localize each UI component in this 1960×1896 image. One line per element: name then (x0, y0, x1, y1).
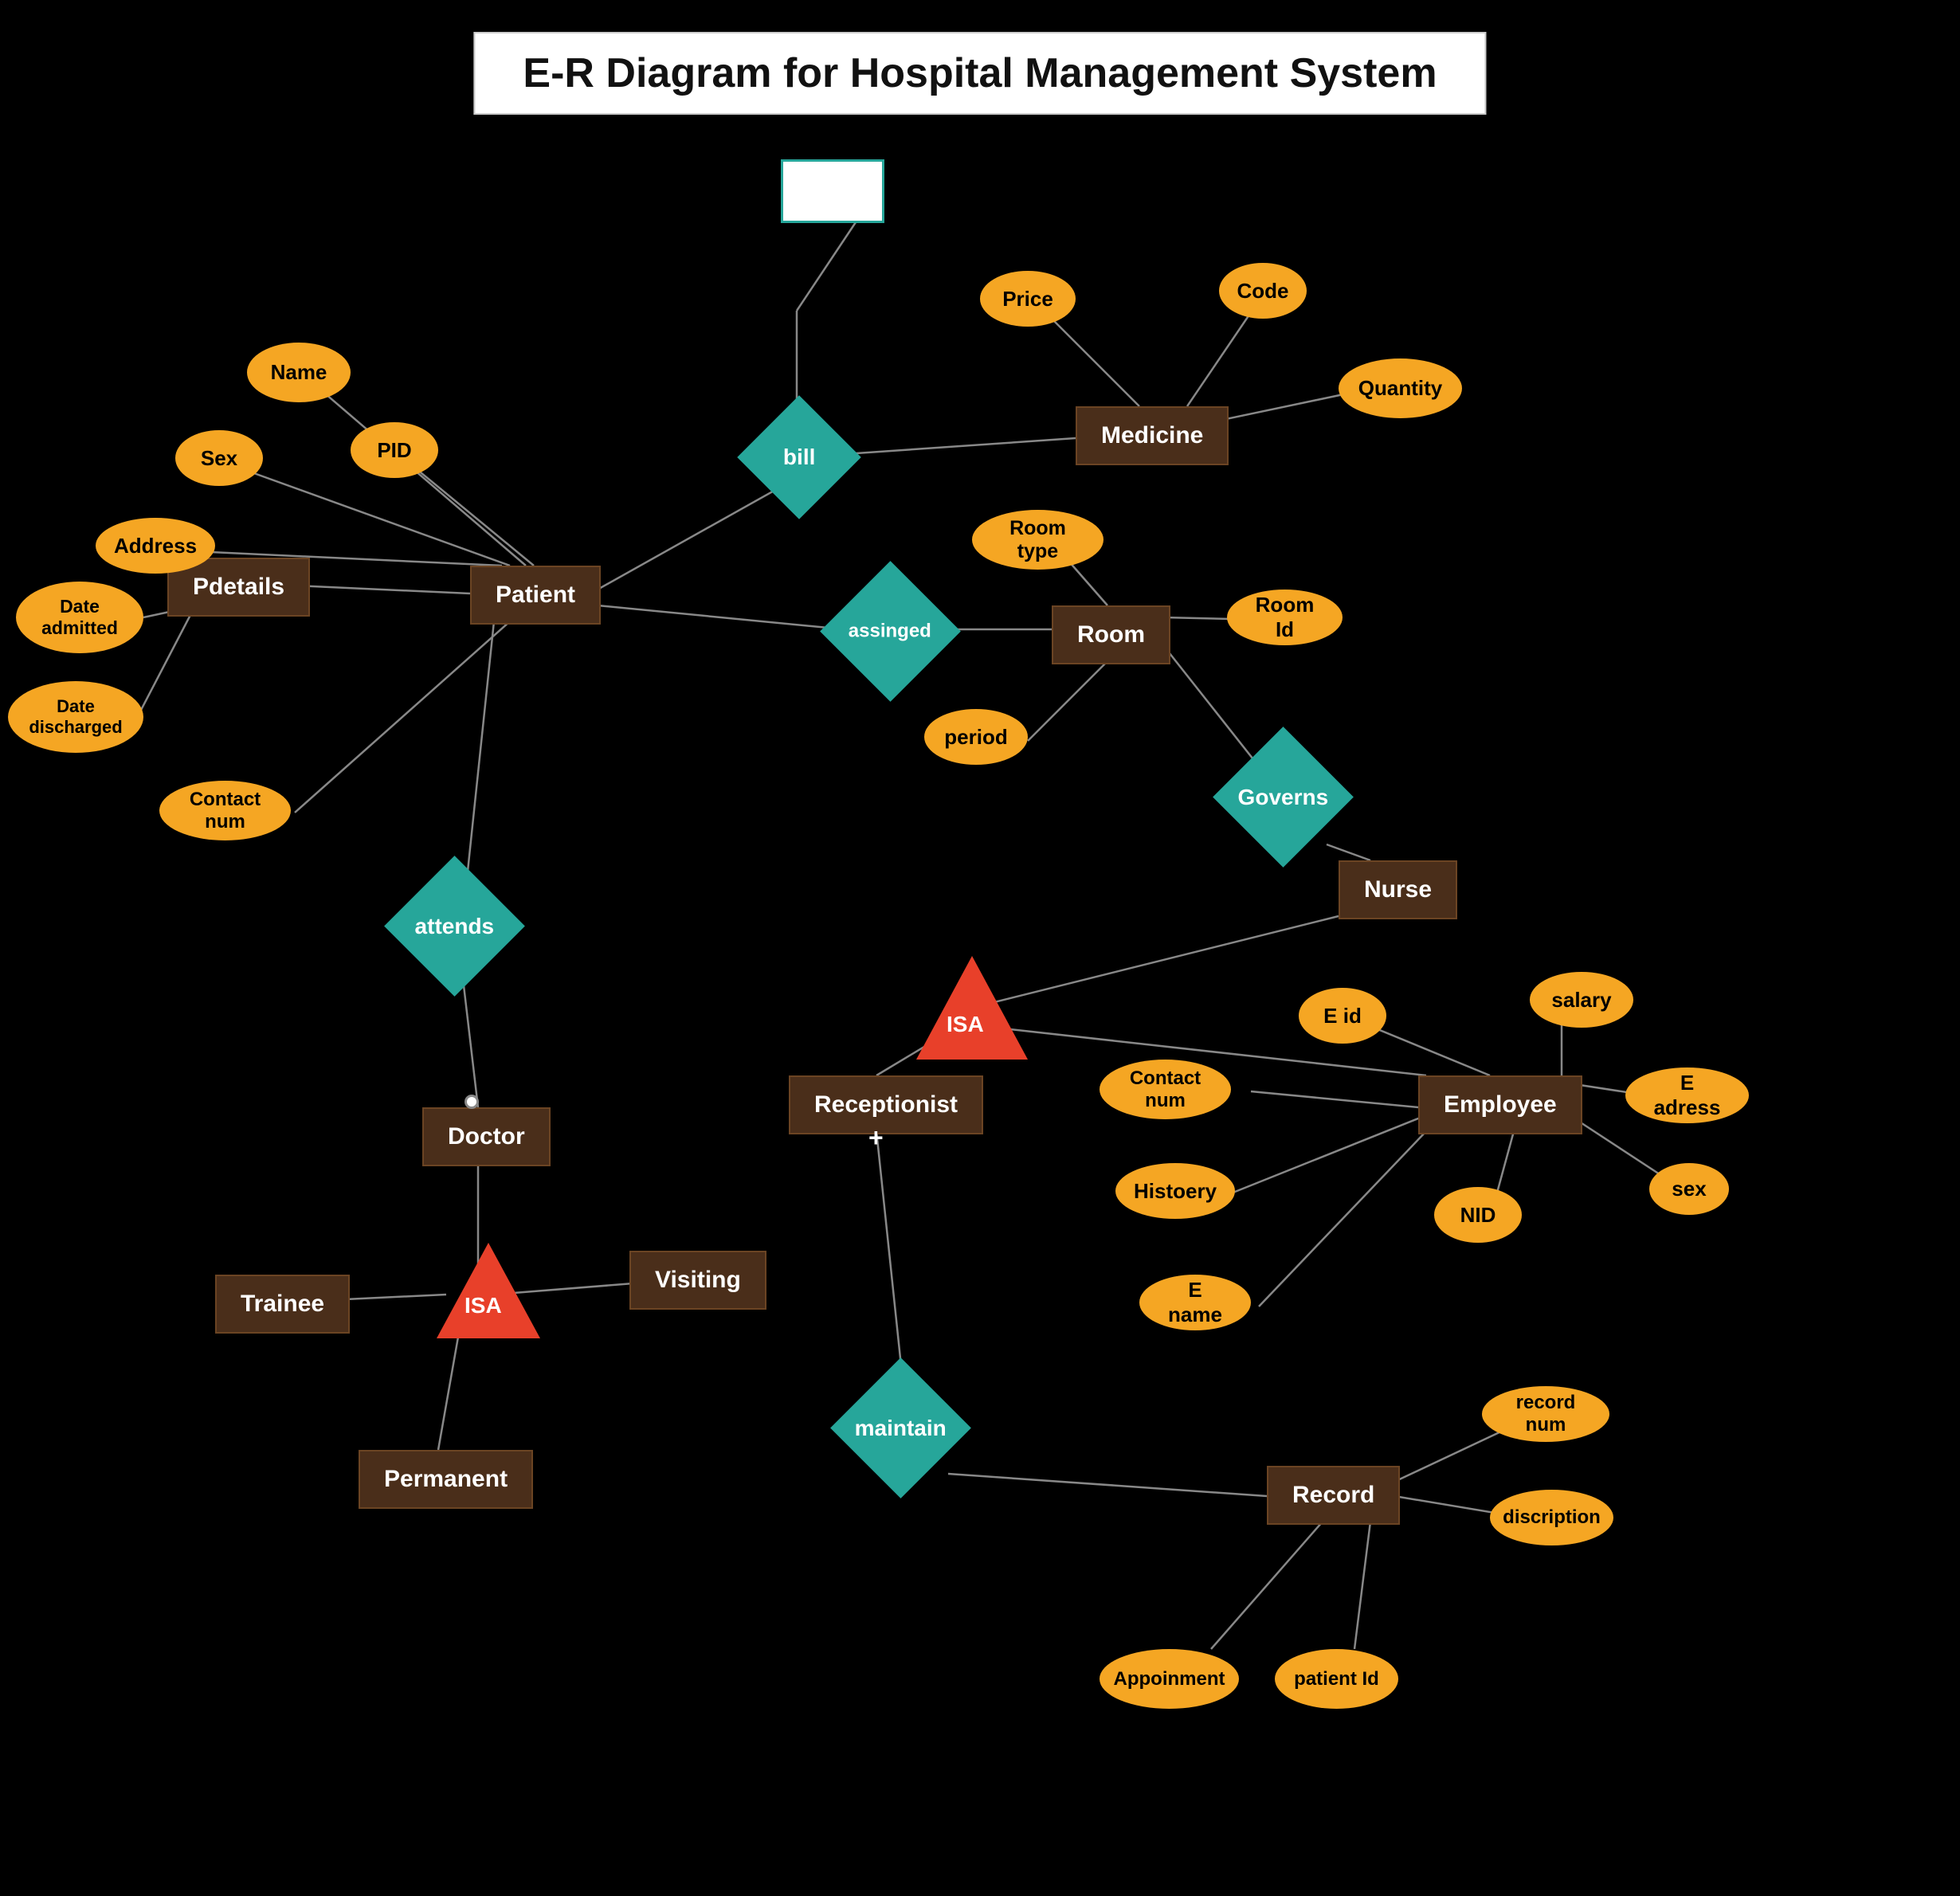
attr-sex: Sex (175, 430, 263, 486)
attr-quantity: Quantity (1339, 358, 1462, 418)
isa-triangle-top (916, 956, 1028, 1060)
entity-employee: Employee (1418, 1075, 1582, 1134)
entity-medicine: Medicine (1076, 406, 1229, 465)
attr-pid: PID (351, 422, 438, 478)
entity-trainee: Trainee (215, 1275, 350, 1334)
entity-patient: Patient (470, 566, 601, 625)
attr-record-num: record num (1482, 1386, 1609, 1442)
entity-doctor: Doctor (422, 1107, 551, 1166)
attr-price: Price (980, 271, 1076, 327)
attr-room-type: Room type (972, 510, 1103, 570)
connection-lines (0, 0, 1960, 1896)
unnamed-rect (781, 159, 884, 223)
isa-label-top: ISA (947, 1012, 984, 1037)
attr-e-name: E name (1139, 1275, 1251, 1330)
attr-histoery: Histoery (1115, 1163, 1235, 1219)
attr-contact-num-patient: Contact num (159, 781, 291, 840)
attr-name: Name (247, 343, 351, 402)
entity-receptionist: Receptionist (789, 1075, 983, 1134)
title-box: E-R Diagram for Hospital Management Syst… (473, 32, 1486, 115)
plus-marker: + (868, 1123, 884, 1153)
page-title: E-R Diagram for Hospital Management Syst… (523, 49, 1437, 97)
attr-nid: NID (1434, 1187, 1522, 1243)
attr-salary: salary (1530, 972, 1633, 1028)
entity-record: Record (1267, 1466, 1400, 1525)
attr-contact-num-emp: Contact num (1100, 1060, 1231, 1119)
circle-marker (465, 1095, 479, 1109)
attr-room-id: Room Id (1227, 590, 1343, 645)
isa-label-bottom: ISA (465, 1293, 502, 1318)
attr-sex-emp: sex (1649, 1163, 1729, 1215)
attr-e-address: E adress (1625, 1067, 1749, 1123)
attr-e-id: E id (1299, 988, 1386, 1044)
attr-patient-id: patient Id (1275, 1649, 1398, 1709)
attr-date-discharged: Date discharged (8, 681, 143, 753)
entity-room: Room (1052, 605, 1170, 664)
attr-appoinment: Appoinment (1100, 1649, 1239, 1709)
entity-permanent: Permanent (359, 1450, 533, 1509)
attr-address: Address (96, 518, 215, 574)
entity-nurse: Nurse (1339, 860, 1457, 919)
entity-visiting: Visiting (629, 1251, 766, 1310)
isa-triangle-bottom (437, 1243, 540, 1338)
attr-period: period (924, 709, 1028, 765)
attr-code: Code (1219, 263, 1307, 319)
attr-discription: discription (1490, 1490, 1613, 1545)
attr-date-admitted: Date admitted (16, 582, 143, 653)
